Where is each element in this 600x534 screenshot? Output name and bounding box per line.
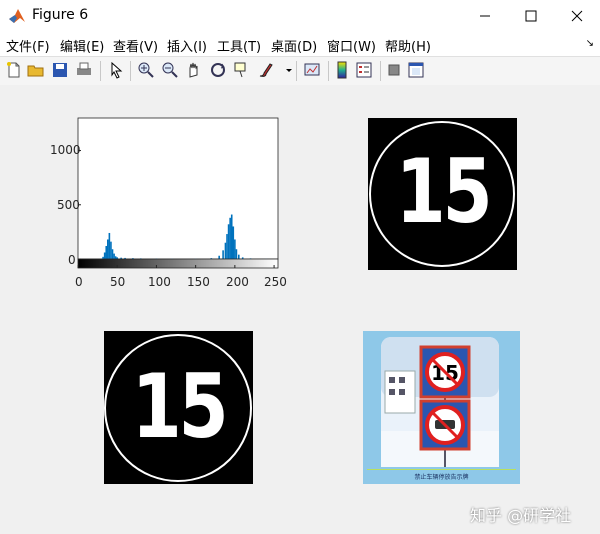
x-tick-label: 0 — [75, 275, 83, 289]
binary-image-top: 15 — [368, 118, 517, 270]
link-plot-icon[interactable] — [302, 60, 322, 80]
menu-file[interactable]: 文件(F) — [6, 36, 50, 55]
menu-tools[interactable]: 工具(T) — [217, 36, 261, 55]
x-tick-label: 250 — [264, 275, 287, 289]
x-tick-label: 200 — [226, 275, 249, 289]
histogram-bar — [226, 234, 228, 259]
dropdown-arrow-icon[interactable] — [279, 60, 292, 80]
menu-expand-icon[interactable]: ↘ — [586, 38, 594, 49]
road-sign-photo: 15 — [367, 337, 516, 470]
sign-number: 15 — [131, 355, 229, 458]
histogram-bar — [105, 245, 108, 259]
menu-help[interactable]: 帮助(H) — [385, 36, 431, 55]
histogram-bar — [108, 232, 111, 259]
histogram-bar — [232, 226, 235, 259]
toolbar-separator — [100, 61, 101, 81]
toolbar — [0, 56, 600, 86]
title-bar: Figure 6 — [0, 0, 600, 32]
histogram-bar — [227, 224, 230, 259]
photo-caption: 禁止车辆停放告示牌 — [414, 474, 469, 481]
pointer-icon[interactable] — [106, 60, 126, 80]
toolbar-separator — [130, 61, 131, 81]
rotate-3d-icon[interactable] — [208, 60, 228, 80]
show-plot-tools-icon[interactable] — [406, 60, 426, 80]
save-icon[interactable] — [50, 60, 70, 80]
histogram-bar — [222, 250, 224, 259]
maximize-icon — [525, 10, 537, 22]
histogram-bar — [110, 241, 112, 259]
zoom-in-icon[interactable] — [136, 60, 156, 80]
toolbar-separator — [380, 61, 381, 81]
menu-desktop[interactable]: 桌面(D) — [271, 36, 317, 55]
new-figure-icon[interactable] — [4, 60, 24, 80]
y-tick-label: 500 — [57, 198, 80, 212]
window-title: Figure 6 — [32, 7, 89, 23]
y-tick-label: 0 — [68, 253, 76, 267]
hide-plot-tools-icon[interactable] — [384, 60, 404, 80]
binary-image-bottom: 15 — [104, 331, 253, 484]
pan-hand-icon[interactable] — [184, 60, 204, 80]
print-icon[interactable] — [74, 60, 94, 80]
x-tick-label: 50 — [110, 275, 126, 289]
histogram-bar — [113, 253, 115, 259]
close-button[interactable] — [554, 0, 600, 32]
histogram-bar — [230, 214, 233, 259]
minimize-icon — [480, 15, 490, 17]
matlab-logo-icon — [9, 9, 25, 23]
menu-edit[interactable]: 编辑(E) — [60, 36, 104, 55]
histogram-bar — [103, 252, 106, 259]
toolbar-separator — [328, 61, 329, 81]
close-icon — [571, 10, 583, 22]
histogram-bar — [111, 249, 114, 259]
open-file-icon[interactable] — [26, 60, 46, 80]
x-tick-label: 100 — [148, 275, 171, 289]
legend-icon[interactable] — [354, 60, 374, 80]
toolbar-separator — [296, 61, 297, 81]
histogram-bar — [114, 256, 117, 259]
histogram-bar — [237, 254, 240, 259]
watermark: 知乎 @研学社 — [470, 506, 572, 525]
histogram-bar — [218, 255, 220, 259]
maximize-button[interactable] — [508, 0, 554, 32]
y-tick-label: 1000 — [50, 143, 81, 157]
brush-icon[interactable] — [256, 60, 276, 80]
menu-insert[interactable]: 插入(I) — [167, 36, 207, 55]
menu-bar: 文件(F) 编辑(E) 查看(V) 插入(I) 工具(T) 桌面(D) 窗口(W… — [0, 32, 600, 56]
histogram-axes-box — [77, 117, 279, 260]
histogram-bar — [224, 242, 227, 259]
original-photo: 15 禁止车辆停放告示牌 — [363, 331, 520, 484]
minimize-button[interactable] — [462, 0, 508, 32]
zoom-out-icon[interactable] — [160, 60, 180, 80]
menu-window[interactable]: 窗口(W) — [327, 36, 376, 55]
sign-number: 15 — [395, 140, 493, 243]
menu-view[interactable]: 查看(V) — [113, 36, 158, 55]
x-tick-label: 150 — [187, 275, 210, 289]
histogram-bar — [235, 249, 238, 259]
histogram-bar — [107, 239, 109, 259]
histogram-bar — [234, 239, 236, 259]
data-cursor-icon[interactable] — [232, 60, 252, 80]
histogram-bar — [229, 217, 231, 259]
colorbar-icon[interactable] — [332, 60, 352, 80]
grayscale-colorbar — [77, 258, 279, 269]
